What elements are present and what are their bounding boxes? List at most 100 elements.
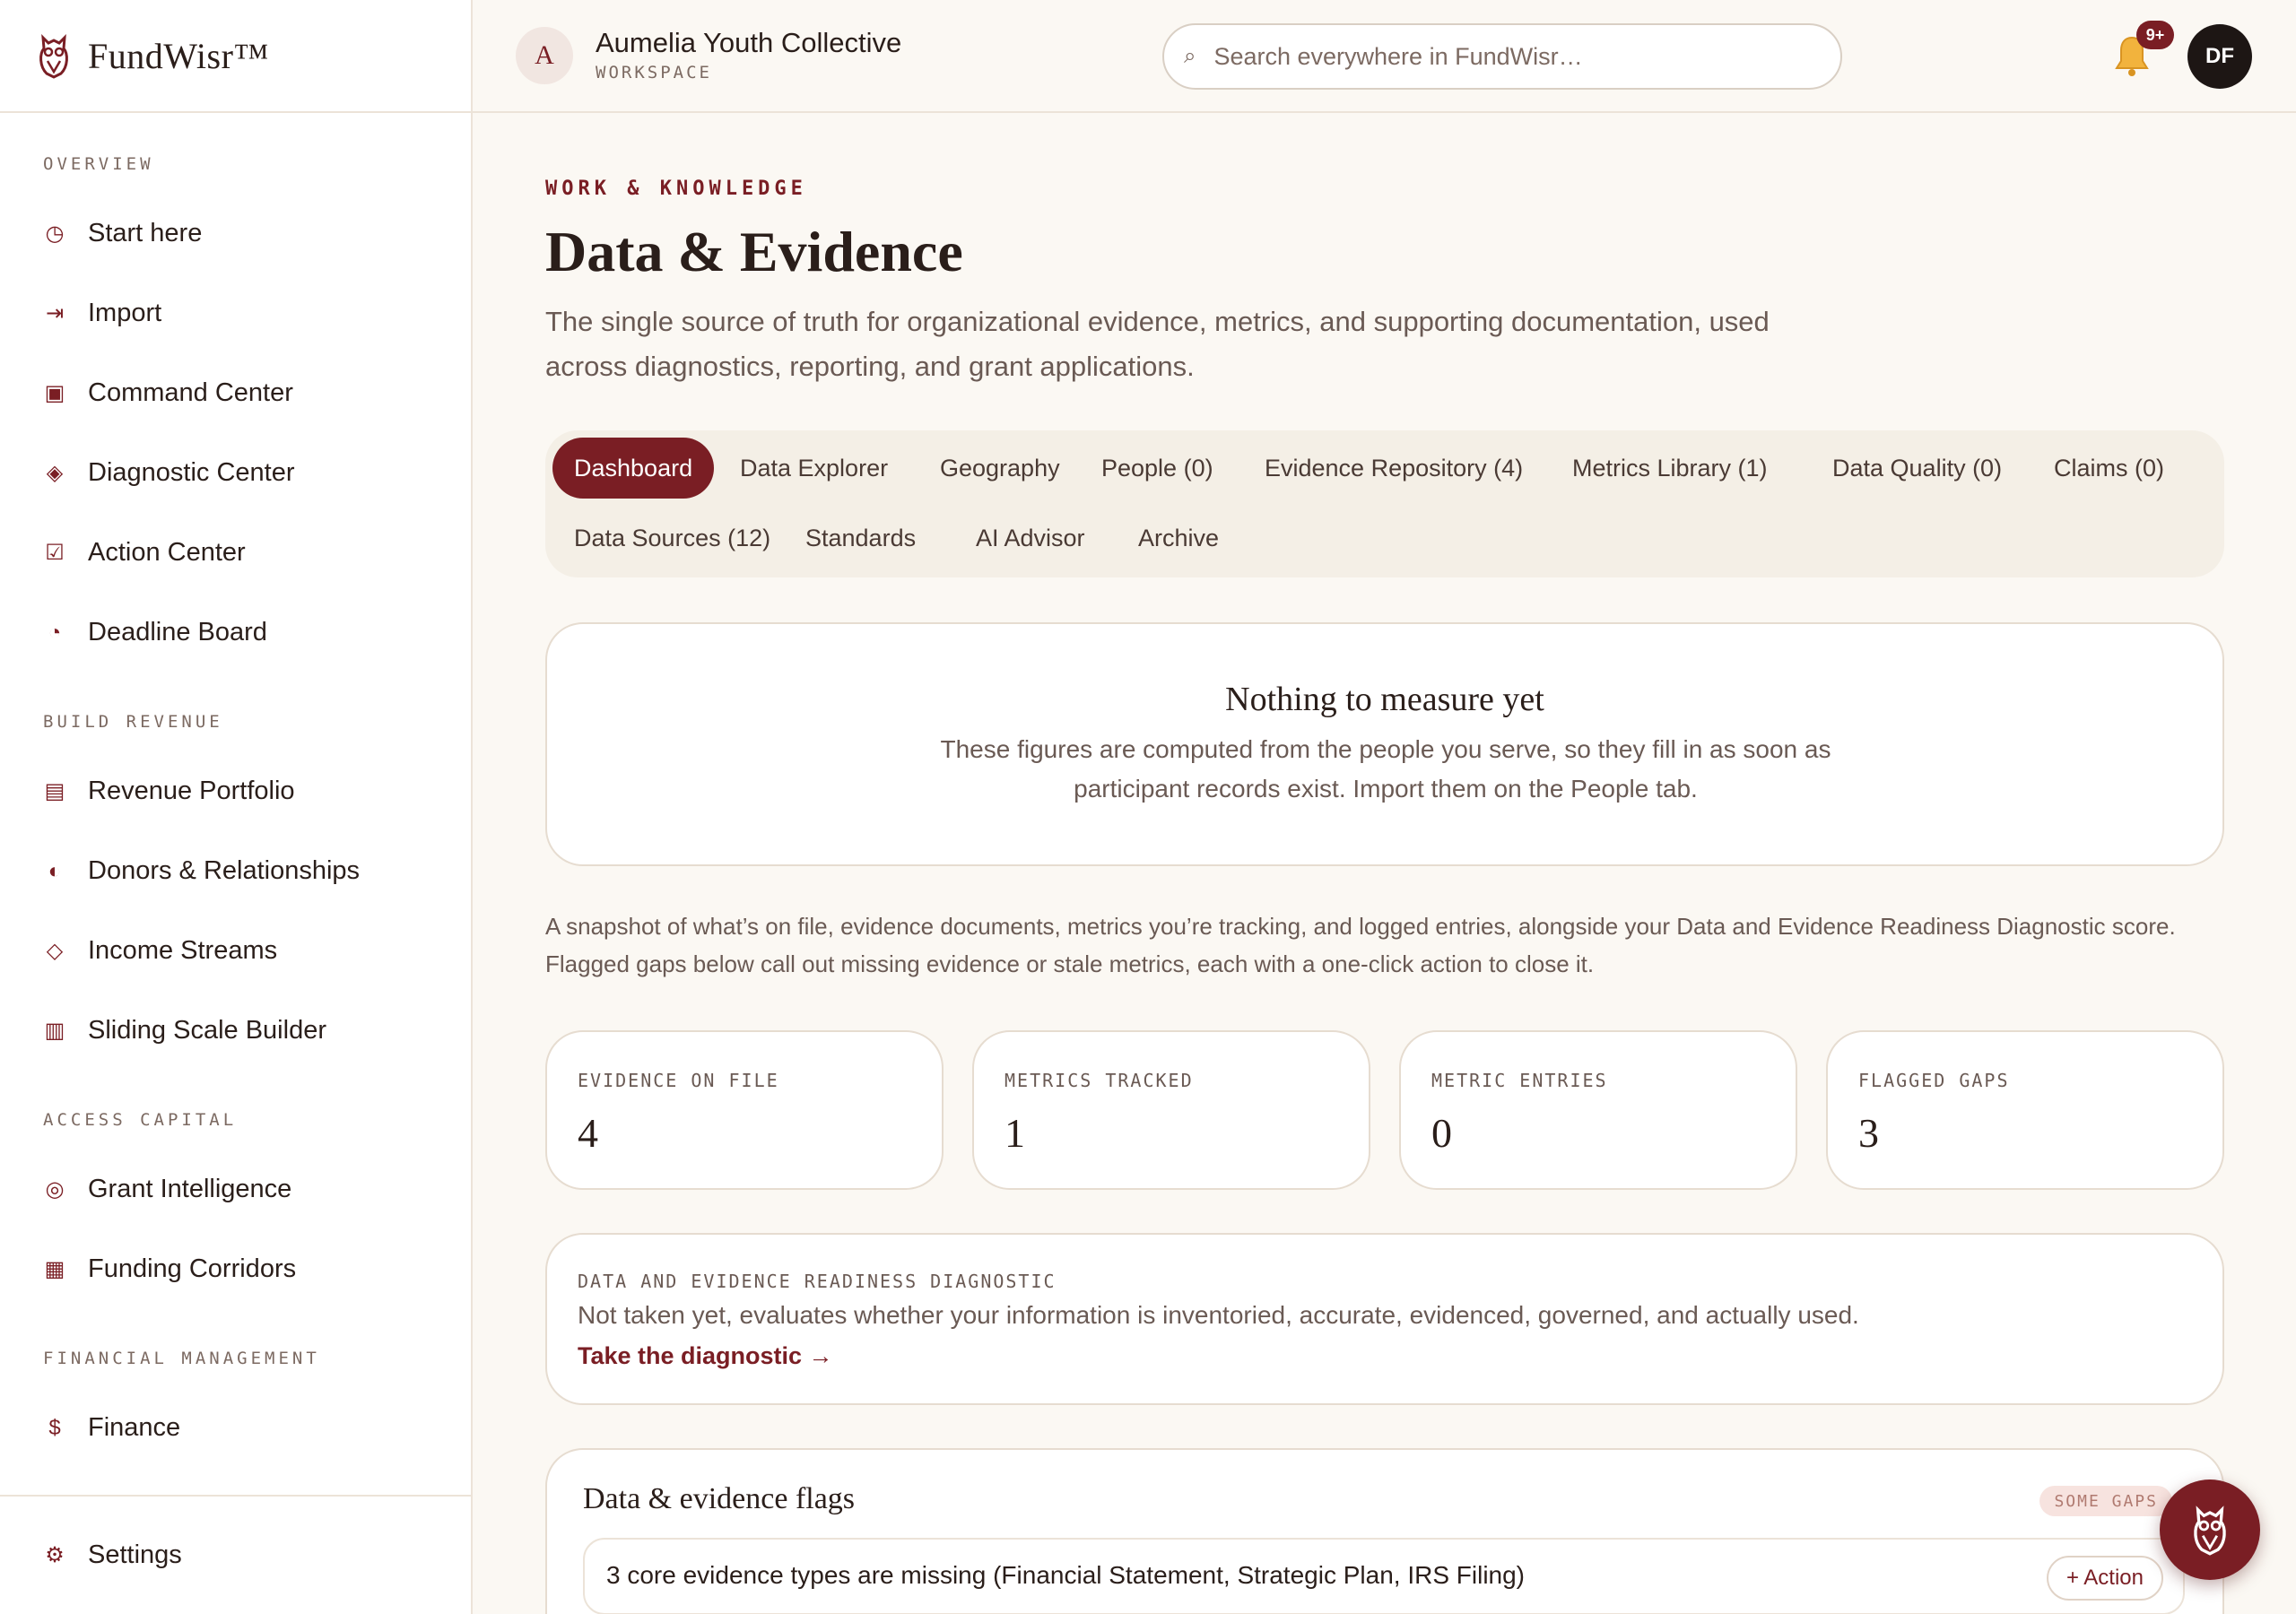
stat-card-metrics-tracked[interactable]: METRICS TRACKED 1 xyxy=(972,1030,1370,1190)
sidebar-item-label: Deadline Board xyxy=(88,618,267,646)
import-arrow-icon: ⇥ xyxy=(45,301,65,325)
notification-badge: 9+ xyxy=(2136,21,2174,49)
tab-data-sources[interactable]: Data Sources (12) xyxy=(552,508,792,568)
sidebar-item-label: Command Center xyxy=(88,378,293,407)
diagnostic-card: DATA AND EVIDENCE READINESS DIAGNOSTIC N… xyxy=(545,1233,2224,1405)
sidebar-item-sliding-scale-builder[interactable]: ▥ Sliding Scale Builder xyxy=(0,991,471,1071)
page-description: The single source of truth for organizat… xyxy=(545,306,1770,382)
tab-ai-advisor[interactable]: AI Advisor xyxy=(954,508,1107,568)
sidebar-item-label: Sliding Scale Builder xyxy=(88,1016,326,1045)
workspace-label: WORKSPACE xyxy=(596,63,712,82)
tab-claims[interactable]: Claims (0) xyxy=(2032,438,2186,499)
user-avatar[interactable]: DF xyxy=(2187,24,2252,89)
stat-card-flagged-gaps[interactable]: FLAGGED GAPS 3 xyxy=(1826,1030,2224,1190)
clock-icon: ◷ xyxy=(45,221,65,246)
half-circle-icon: ◐ xyxy=(48,858,62,883)
page-title: Data & Evidence xyxy=(545,220,963,283)
diagnostic-text: Not taken yet, evaluates whether your in… xyxy=(578,1301,1859,1329)
sidebar-item-revenue-portfolio[interactable]: ▤ Revenue Portfolio xyxy=(0,751,471,831)
sidebar-item-donors-relationships[interactable]: ◐ Donors & Relationships xyxy=(0,831,471,911)
sidebar-item-start-here[interactable]: ◷ Start here xyxy=(0,194,471,273)
sidebar-item-label: Income Streams xyxy=(88,936,278,965)
tab-dashboard[interactable]: Dashboard xyxy=(552,438,715,499)
sidebar-item-label: Revenue Portfolio xyxy=(88,777,295,805)
sidebar-nav: OVERVIEW ◷ Start here ⇥ Import ▣ Command… xyxy=(0,113,471,1468)
brand[interactable]: FundWisr™ xyxy=(0,0,471,113)
nav-section-title: BUILD REVENUE xyxy=(43,712,223,732)
sidebar-item-diagnostic-center[interactable]: ◈ Diagnostic Center xyxy=(0,433,471,513)
empty-state-card: Nothing to measure yet These figures are… xyxy=(545,622,2224,866)
dollar-icon: $ xyxy=(48,1415,61,1440)
stat-label: METRICS TRACKED xyxy=(1004,1070,1194,1091)
stat-card-metric-entries[interactable]: METRIC ENTRIES 0 xyxy=(1399,1030,1797,1190)
sidebar-item-label: Funding Corridors xyxy=(88,1254,297,1283)
grid-icon: ▦ xyxy=(44,1257,65,1281)
list-icon: ▤ xyxy=(44,779,65,803)
sidebar-item-action-center[interactable]: ☑ Action Center xyxy=(0,513,471,593)
search-icon: ⌕ xyxy=(1184,44,1196,68)
nav-section-title: FINANCIAL MANAGEMENT xyxy=(43,1349,320,1368)
tab-people[interactable]: People (0) xyxy=(1080,438,1235,499)
brand-name: FundWisr™ xyxy=(88,35,270,76)
sidebar-item-import[interactable]: ⇥ Import xyxy=(0,273,471,353)
tab-data-quality[interactable]: Data Quality (0) xyxy=(1811,438,2023,499)
workspace-name[interactable]: Aumelia Youth Collective xyxy=(596,27,901,59)
diamond-outline-icon: ◇ xyxy=(46,939,64,963)
search-input[interactable] xyxy=(1213,42,1797,71)
stat-card-evidence[interactable]: EVIDENCE ON FILE 4 xyxy=(545,1030,944,1190)
workspace-avatar[interactable]: A xyxy=(516,27,573,84)
stat-value: 1 xyxy=(1004,1110,1025,1156)
snapshot-description: A snapshot of what’s on file, evidence d… xyxy=(545,913,2176,977)
sidebar-item-grant-intelligence[interactable]: ◎ Grant Intelligence xyxy=(0,1150,471,1229)
nav-section-title: ACCESS CAPITAL xyxy=(43,1110,238,1130)
stat-value: 4 xyxy=(578,1110,598,1156)
tab-standards[interactable]: Standards xyxy=(784,508,937,568)
target-icon: ◎ xyxy=(45,1177,65,1202)
tab-geography[interactable]: Geography xyxy=(918,438,1082,499)
owl-logo-icon xyxy=(2194,1506,2226,1556)
sidebar-item-label: Settings xyxy=(88,1540,182,1569)
tab-archive[interactable]: Archive xyxy=(1117,508,1240,568)
search-bar[interactable]: ⌕ xyxy=(1162,23,1842,90)
tab-evidence-repository[interactable]: Evidence Repository (4) xyxy=(1243,438,1544,499)
sidebar-item-income-streams[interactable]: ◇ Income Streams xyxy=(0,911,471,991)
flags-card: Data & evidence flags SOME GAPS 3 core e… xyxy=(545,1448,2224,1614)
assistant-fab-button[interactable] xyxy=(2160,1480,2260,1580)
sidebar-item-finance[interactable]: $ Finance xyxy=(0,1388,471,1468)
owl-logo-icon xyxy=(39,34,68,79)
take-diagnostic-link[interactable]: Take the diagnostic → xyxy=(578,1342,833,1370)
sidebar-item-deadline-board[interactable]: ◔ Deadline Board xyxy=(0,593,471,672)
sidebar-item-label: Action Center xyxy=(88,538,246,567)
empty-state-title: Nothing to measure yet xyxy=(1225,681,1544,718)
sidebar: FundWisr™ OVERVIEW ◷ Start here ⇥ Import… xyxy=(0,0,473,1614)
flag-item: 3 core evidence types are missing (Finan… xyxy=(583,1538,2185,1614)
sidebar-item-label: Start here xyxy=(88,219,203,247)
stat-label: FLAGGED GAPS xyxy=(1858,1070,2010,1091)
tab-bar: Dashboard Data Explorer Geography People… xyxy=(545,430,2224,577)
stat-value: 0 xyxy=(1431,1110,1452,1156)
stat-label: METRIC ENTRIES xyxy=(1431,1070,1608,1091)
stat-label: EVIDENCE ON FILE xyxy=(578,1070,779,1091)
diamond-icon: ◈ xyxy=(46,461,64,485)
sidebar-item-label: Import xyxy=(88,299,162,327)
sidebar-item-label: Donors & Relationships xyxy=(88,856,361,885)
empty-state-text: These figures are computed from the peop… xyxy=(940,735,1831,803)
tab-metrics-library[interactable]: Metrics Library (1) xyxy=(1551,438,1789,499)
checkbox-icon: ☑ xyxy=(45,541,65,565)
gear-icon: ⚙ xyxy=(45,1543,65,1567)
top-bar: A Aumelia Youth Collective WORKSPACE ⌕ 9… xyxy=(473,0,2296,113)
flags-title: Data & evidence flags xyxy=(583,1482,856,1515)
sidebar-item-funding-corridors[interactable]: ▦ Funding Corridors xyxy=(0,1229,471,1309)
sidebar-item-label: Finance xyxy=(88,1413,181,1442)
nav-section-title: OVERVIEW xyxy=(43,154,154,174)
sidebar-item-settings[interactable]: ⚙ Settings xyxy=(0,1495,471,1614)
sidebar-item-label: Diagnostic Center xyxy=(88,458,295,487)
flag-text: 3 core evidence types are missing (Finan… xyxy=(606,1561,1526,1589)
columns-icon: ▥ xyxy=(44,1019,65,1043)
add-action-button[interactable]: + Action xyxy=(2046,1556,2163,1601)
tab-data-explorer[interactable]: Data Explorer xyxy=(718,438,909,499)
square-target-icon: ▣ xyxy=(44,381,65,405)
status-badge: SOME GAPS xyxy=(2039,1486,2172,1516)
sidebar-item-label: Grant Intelligence xyxy=(88,1175,292,1203)
sidebar-item-command-center[interactable]: ▣ Command Center xyxy=(0,353,471,433)
